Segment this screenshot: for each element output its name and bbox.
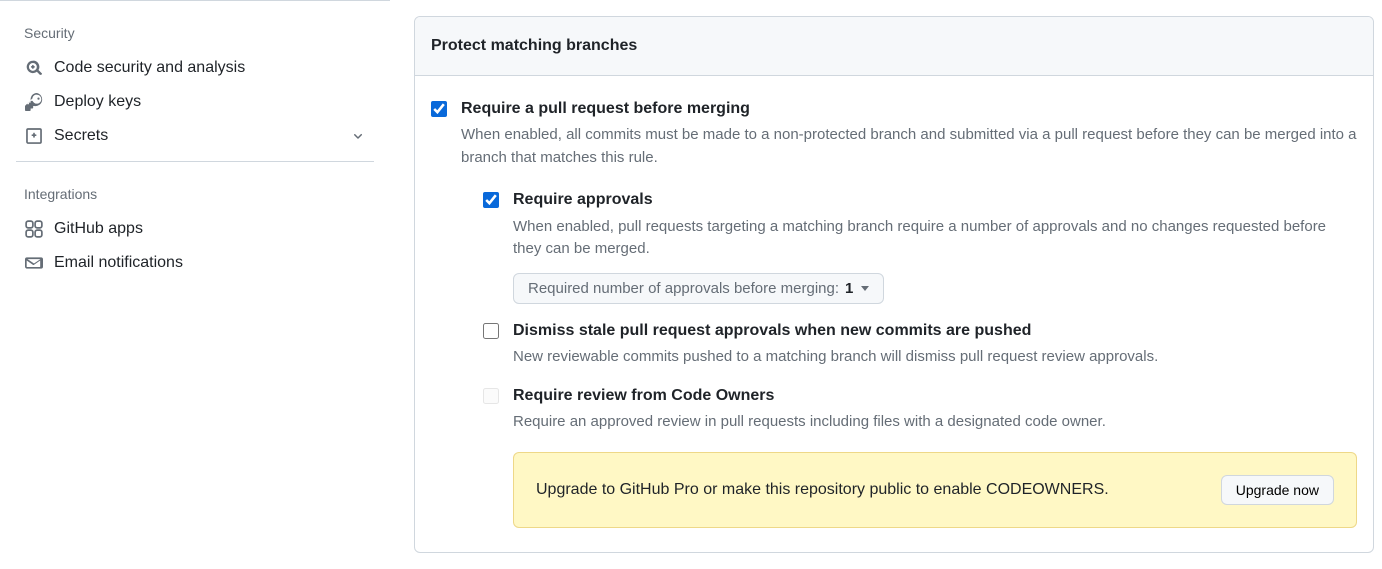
- sidebar-heading-security: Security: [16, 9, 374, 51]
- apps-icon: [24, 220, 44, 238]
- option-description: When enabled, all commits must be made t…: [461, 124, 1357, 169]
- sidebar-item-label: GitHub apps: [54, 220, 143, 238]
- sidebar-item-github-apps[interactable]: GitHub apps: [16, 212, 374, 246]
- dismiss-stale-checkbox[interactable]: [483, 323, 499, 339]
- code-owners-checkbox: [483, 388, 499, 404]
- panel-heading: Protect matching branches: [415, 17, 1373, 76]
- settings-sidebar: Security Code security and analysis Depl…: [0, 0, 390, 569]
- dropdown-value: 1: [845, 280, 853, 297]
- sidebar-item-deploy-keys[interactable]: Deploy keys: [16, 85, 374, 119]
- option-dismiss-stale: Dismiss stale pull request approvals whe…: [483, 320, 1357, 369]
- option-require-approvals: Require approvals When enabled, pull req…: [483, 189, 1357, 303]
- require-pr-checkbox[interactable]: [431, 101, 447, 117]
- sidebar-heading-integrations: Integrations: [16, 170, 374, 212]
- codeowners-upsell-banner: Upgrade to GitHub Pro or make this repos…: [513, 452, 1357, 528]
- require-approvals-checkbox[interactable]: [483, 192, 499, 208]
- option-require-pull-request: Require a pull request before merging Wh…: [431, 98, 1357, 169]
- sidebar-item-label: Deploy keys: [54, 93, 141, 111]
- option-description: When enabled, pull requests targeting a …: [513, 216, 1357, 261]
- option-title: Dismiss stale pull request approvals whe…: [513, 320, 1357, 342]
- dropdown-prefix: Required number of approvals before merg…: [528, 280, 839, 297]
- sidebar-item-label: Code security and analysis: [54, 59, 245, 77]
- code-scan-icon: [24, 59, 44, 77]
- option-description: New reviewable commits pushed to a match…: [513, 346, 1357, 369]
- sidebar-item-label: Secrets: [54, 127, 108, 145]
- option-code-owners: Require review from Code Owners Require …: [483, 385, 1357, 528]
- chevron-down-icon: [350, 128, 366, 144]
- sidebar-item-label: Email notifications: [54, 254, 183, 272]
- option-title: Require a pull request before merging: [461, 98, 1357, 120]
- upsell-text: Upgrade to GitHub Pro or make this repos…: [536, 481, 1109, 499]
- main-content: Protect matching branches Require a pull…: [390, 0, 1382, 569]
- required-approvals-dropdown[interactable]: Required number of approvals before merg…: [513, 273, 884, 304]
- key-icon: [24, 93, 44, 111]
- protect-branches-panel: Protect matching branches Require a pull…: [414, 16, 1374, 553]
- secrets-icon: [24, 127, 44, 145]
- option-title: Require review from Code Owners: [513, 385, 1357, 407]
- upgrade-now-button[interactable]: Upgrade now: [1221, 475, 1334, 505]
- option-description: Require an approved review in pull reque…: [513, 411, 1357, 434]
- option-title: Require approvals: [513, 189, 1357, 211]
- sidebar-item-code-security[interactable]: Code security and analysis: [16, 51, 374, 85]
- caret-down-icon: [861, 286, 869, 291]
- sidebar-item-secrets[interactable]: Secrets: [16, 119, 374, 153]
- mail-icon: [24, 254, 44, 272]
- sidebar-item-email-notifications[interactable]: Email notifications: [16, 246, 374, 280]
